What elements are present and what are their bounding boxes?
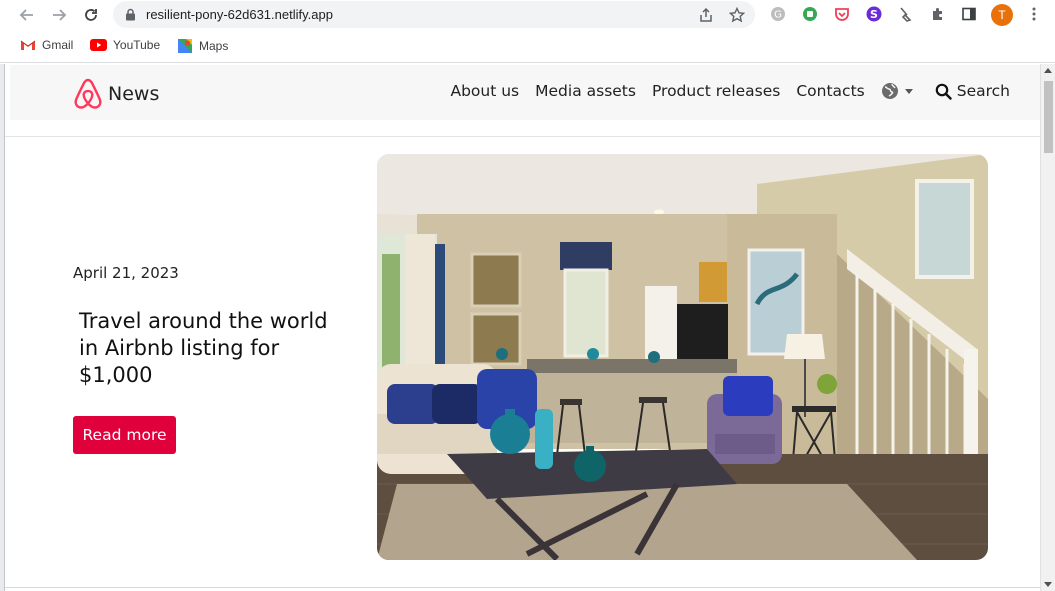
main-nav: About us Media assets Product releases C… <box>434 82 1010 100</box>
forward-button[interactable] <box>48 4 70 26</box>
scroll-up-arrow-icon[interactable] <box>1044 68 1052 73</box>
kebab-menu-icon[interactable] <box>1025 5 1043 23</box>
purple-s-extension-icon[interactable]: S <box>865 5 883 23</box>
scroll-thumb[interactable] <box>1044 81 1053 153</box>
puzzle-icon[interactable] <box>929 5 947 23</box>
lock-icon[interactable] <box>125 8 136 21</box>
arrow-right-icon <box>53 9 67 21</box>
brand[interactable]: News <box>70 76 159 112</box>
bookmarks-bar: Gmail YouTube Maps <box>0 30 1055 63</box>
vertical-scrollbar[interactable] <box>1040 64 1055 591</box>
living-room-photo[interactable] <box>377 154 988 560</box>
article-date: April 21, 2023 <box>73 264 179 282</box>
bookmark-star-icon[interactable] <box>728 6 746 24</box>
gmail-icon <box>20 40 36 50</box>
svg-text:S: S <box>870 8 878 21</box>
section-divider <box>5 587 1040 588</box>
nav-product-releases[interactable]: Product releases <box>652 82 780 100</box>
header-divider <box>5 136 1040 137</box>
globe-icon <box>881 83 898 99</box>
bookmark-label: YouTube <box>113 38 161 52</box>
arrow-left-icon <box>19 9 33 21</box>
reload-button[interactable] <box>80 4 102 26</box>
grammarly-icon[interactable]: G <box>769 5 787 23</box>
nav-contacts[interactable]: Contacts <box>796 82 864 100</box>
brand-name: News <box>108 83 160 105</box>
back-button[interactable] <box>16 4 38 26</box>
svg-text:G: G <box>774 10 782 21</box>
airbnb-logo-icon <box>74 78 102 109</box>
share-icon[interactable] <box>697 6 715 24</box>
bookmark-label: Maps <box>199 39 229 53</box>
pocket-icon[interactable] <box>833 5 851 23</box>
url-text[interactable]: resilient-pony-62d631.netlify.app <box>146 7 333 22</box>
broom-icon[interactable] <box>897 5 915 23</box>
bookmark-youtube[interactable]: YouTube <box>90 38 160 52</box>
page-viewport: News About us Media assets Product relea… <box>5 64 1040 591</box>
reload-icon <box>85 9 97 21</box>
chevron-down-icon <box>904 88 913 94</box>
search-icon <box>935 83 952 100</box>
nav-media-assets[interactable]: Media assets <box>535 82 636 100</box>
nav-about-us[interactable]: About us <box>450 82 519 100</box>
language-selector[interactable] <box>881 82 913 100</box>
search-button[interactable]: Search <box>935 82 1010 100</box>
bookmark-gmail[interactable]: Gmail <box>20 38 73 52</box>
maps-icon <box>178 39 192 53</box>
site-header: News About us Media assets Product relea… <box>10 65 1040 120</box>
bookmark-maps[interactable]: Maps <box>177 38 228 54</box>
browser-toolbar: resilient-pony-62d631.netlify.app G S T <box>0 0 1055 30</box>
address-bar[interactable]: resilient-pony-62d631.netlify.app <box>113 1 755 28</box>
android-extension-icon[interactable] <box>801 5 819 23</box>
article-title[interactable]: Travel around the world in Airbnb listin… <box>79 308 339 389</box>
bookmark-label: Gmail <box>42 38 74 52</box>
read-more-button[interactable]: Read more <box>73 416 176 454</box>
search-label: Search <box>956 82 1010 100</box>
profile-avatar[interactable]: T <box>991 4 1013 26</box>
youtube-icon <box>90 39 107 51</box>
scroll-down-arrow-icon[interactable] <box>1044 582 1052 587</box>
sidepanel-icon[interactable] <box>960 5 978 23</box>
